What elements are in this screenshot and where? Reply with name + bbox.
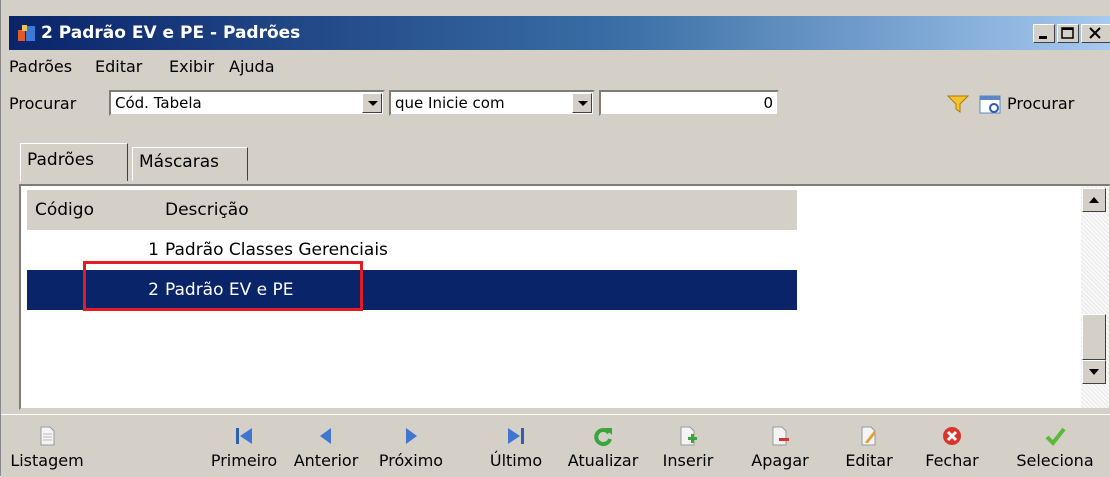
search-value-input[interactable]: 0 [599, 90, 779, 116]
search-field-value: Cód. Tabela [115, 94, 202, 112]
tab-mascaras[interactable]: Máscaras [132, 147, 248, 181]
app-window: 2 Padrão EV e PE - Padrões Padrões Edita… [0, 0, 1110, 477]
apagar-button[interactable]: Apagar [745, 415, 815, 477]
arrow-down-icon [1089, 369, 1099, 375]
search-label: Procurar [9, 94, 77, 113]
insert-icon [680, 426, 697, 446]
filter-icon[interactable] [947, 94, 969, 114]
close-x-icon [1089, 27, 1101, 39]
search-button-label: Procurar [1007, 94, 1075, 113]
bottom-toolbar: Listagem Primeiro Anterior Próximo Últim… [1, 414, 1110, 477]
inserir-button[interactable]: Inserir [653, 415, 723, 477]
ultimo-button[interactable]: Último [485, 415, 547, 477]
menu-exibir[interactable]: Exibir [169, 57, 214, 76]
close-icon [943, 427, 961, 445]
app-icon [18, 25, 35, 41]
menu-padroes[interactable]: Padrões [9, 57, 72, 76]
close-window-button[interactable] [1081, 24, 1110, 43]
prev-icon [320, 428, 331, 444]
next-icon [406, 428, 417, 444]
listagem-button[interactable]: Listagem [7, 415, 87, 477]
search-value: 0 [763, 94, 773, 112]
maximize-icon [1061, 27, 1074, 39]
grid-header: Código Descrição [27, 190, 797, 230]
chevron-down-icon[interactable] [362, 93, 382, 113]
document-icon [40, 426, 55, 446]
proximo-button[interactable]: Próximo [367, 415, 455, 477]
minimize-icon [1039, 36, 1047, 39]
refresh-icon [594, 428, 612, 447]
maximize-button[interactable] [1057, 24, 1079, 43]
tab-padroes[interactable]: Padrões [20, 143, 128, 181]
search-operator-select[interactable]: que Inicie com [389, 90, 595, 116]
window-title: 2 Padrão EV e PE - Padrões [41, 23, 301, 43]
search-field-select[interactable]: Cód. Tabela [109, 90, 385, 116]
annotation-highlight-box [83, 261, 363, 311]
column-header-descricao[interactable]: Descrição [165, 190, 249, 230]
atualizar-button[interactable]: Atualizar [557, 415, 649, 477]
last-icon [508, 428, 524, 444]
first-icon [236, 428, 252, 444]
search-operator-value: que Inicie com [395, 94, 505, 112]
editar-button[interactable]: Editar [837, 415, 901, 477]
scroll-up-button[interactable] [1082, 188, 1106, 212]
search-window-icon [979, 95, 1001, 114]
delete-icon [772, 426, 789, 446]
menu-editar[interactable]: Editar [95, 57, 142, 76]
scroll-thumb[interactable] [1082, 314, 1106, 360]
fechar-button[interactable]: Fechar [919, 415, 985, 477]
scroll-down-button[interactable] [1082, 360, 1106, 384]
check-icon [1045, 427, 1066, 447]
minimize-button[interactable] [1033, 24, 1055, 43]
menu-ajuda[interactable]: Ajuda [229, 57, 275, 76]
arrow-up-icon [1089, 197, 1099, 203]
search-button[interactable]: Procurar [979, 90, 1109, 118]
edit-icon [861, 426, 876, 446]
seleciona-button[interactable]: Seleciona [1007, 415, 1103, 477]
anterior-button[interactable]: Anterior [285, 415, 367, 477]
title-bar: 2 Padrão EV e PE - Padrões [9, 16, 1110, 50]
primeiro-button[interactable]: Primeiro [207, 415, 281, 477]
vertical-scrollbar[interactable] [1081, 186, 1109, 408]
chevron-down-icon[interactable] [572, 93, 592, 113]
column-header-codigo[interactable]: Código [35, 190, 94, 230]
